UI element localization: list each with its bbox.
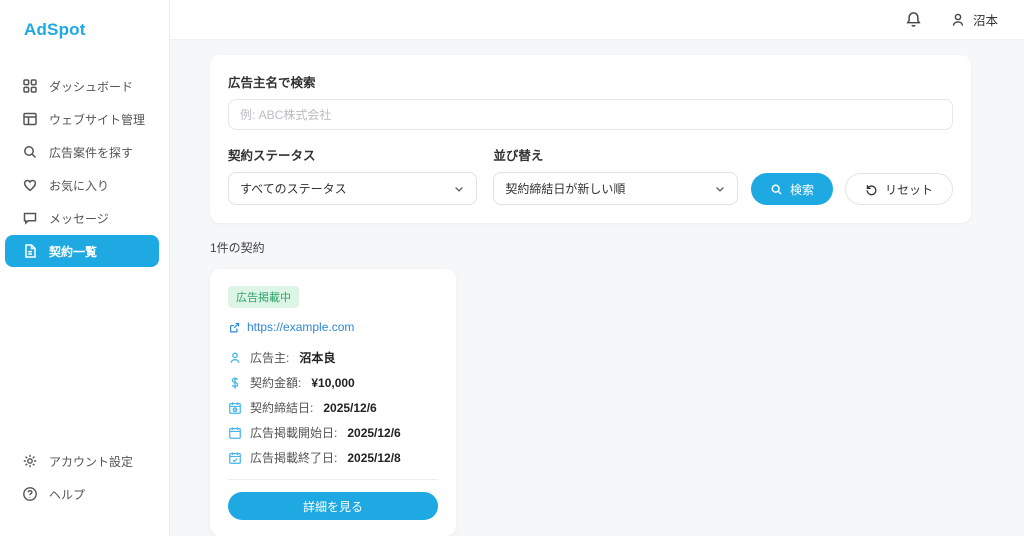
app-window: AdSpot ダッシュボード ウェブサイト管理 広告案件を探す <box>0 0 1024 536</box>
document-icon <box>22 243 38 259</box>
sidebar-footer-nav: アカウント設定 ヘルプ <box>0 445 169 511</box>
sidebar-item-help[interactable]: ヘルプ <box>5 478 159 510</box>
sidebar-item-label: 契約一覧 <box>49 243 97 260</box>
browser-window-icon <box>22 111 38 127</box>
contract-url-text: https://example.com <box>247 320 354 334</box>
contract-card: 広告掲載中 https://example.com 広告主: 沼本良 <box>210 269 456 536</box>
search-button-label: 検索 <box>790 181 814 198</box>
status-select-value: すべてのステータス <box>240 180 347 197</box>
sort-select-value: 契約締結日が新しい順 <box>505 180 625 197</box>
detail-value: 2025/12/6 <box>323 401 376 415</box>
status-filter-label: 契約ステータス <box>228 145 477 164</box>
sidebar-item-label: メッセージ <box>49 210 109 227</box>
user-menu[interactable]: 沼本 <box>950 10 998 29</box>
detail-value: 2025/12/8 <box>347 451 400 465</box>
calendar-icon <box>228 426 242 440</box>
contract-details: 広告主: 沼本良 契約金額: ¥10,000 <box>228 349 438 466</box>
detail-ad-end-date: 広告掲載終了日: 2025/12/8 <box>228 449 438 466</box>
chevron-down-icon <box>714 183 726 195</box>
detail-contract-amount: 契約金額: ¥10,000 <box>228 374 438 391</box>
detail-value: 2025/12/6 <box>347 426 400 440</box>
detail-value: ¥10,000 <box>311 376 354 390</box>
search-icon <box>770 183 783 196</box>
notifications-button[interactable] <box>905 11 922 28</box>
detail-contract-date: 契約締結日: 2025/12/6 <box>228 399 438 416</box>
sidebar-item-label: ヘルプ <box>49 486 85 503</box>
sort-label: 並び替え <box>493 145 738 164</box>
bell-icon <box>905 11 922 28</box>
detail-label: 契約金額: <box>250 374 301 391</box>
sidebar-spacer <box>0 268 169 445</box>
sidebar-item-contract-list[interactable]: 契約一覧 <box>5 235 159 267</box>
user-name: 沼本 <box>973 10 998 29</box>
gear-icon <box>22 453 38 469</box>
keyword-search-label: 広告主名で検索 <box>228 72 953 91</box>
filter-actions: 検索 リセット <box>751 173 953 205</box>
sidebar-item-account-settings[interactable]: アカウント設定 <box>5 445 159 477</box>
result-count: 1件の契約 <box>210 239 971 256</box>
filter-row: 契約ステータス すべてのステータス 並び替え 契約締結日が新しい順 <box>228 145 953 205</box>
content: 広告主名で検索 契約ステータス すべてのステータス 並び替え <box>170 40 1024 536</box>
detail-advertiser: 広告主: 沼本良 <box>228 349 438 366</box>
status-badge: 広告掲載中 <box>228 286 299 308</box>
sidebar-item-label: ダッシュボード <box>49 78 133 95</box>
calendar-clock-icon <box>228 401 242 415</box>
sidebar-item-label: 広告案件を探す <box>49 144 133 161</box>
reset-icon <box>865 183 878 196</box>
detail-label: 契約締結日: <box>250 399 313 416</box>
dashboard-grid-icon <box>22 78 38 94</box>
help-circle-icon <box>22 486 38 502</box>
detail-label: 広告掲載開始日: <box>250 424 337 441</box>
heart-icon <box>22 177 38 193</box>
search-button[interactable]: 検索 <box>751 173 833 205</box>
sidebar-item-dashboard[interactable]: ダッシュボード <box>5 70 159 102</box>
external-link-icon <box>228 321 241 334</box>
contract-url-link[interactable]: https://example.com <box>228 320 438 334</box>
detail-value: 沼本良 <box>299 349 335 366</box>
reset-button[interactable]: リセット <box>845 173 953 205</box>
advertiser-search-input[interactable] <box>228 99 953 130</box>
sidebar-item-website-management[interactable]: ウェブサイト管理 <box>5 103 159 135</box>
search-icon <box>22 144 38 160</box>
dollar-icon <box>228 376 242 390</box>
person-icon <box>228 351 242 365</box>
chat-bubble-icon <box>22 210 38 226</box>
search-filter-panel: 広告主名で検索 契約ステータス すべてのステータス 並び替え <box>210 55 971 223</box>
detail-label: 広告主: <box>250 349 289 366</box>
detail-label: 広告掲載終了日: <box>250 449 337 466</box>
sidebar-item-label: アカウント設定 <box>49 453 133 470</box>
reset-button-label: リセット <box>885 181 933 198</box>
view-details-button[interactable]: 詳細を見る <box>228 492 438 520</box>
calendar-check-icon <box>228 451 242 465</box>
main-area: 沼本 広告主名で検索 契約ステータス すべてのステータス <box>170 0 1024 536</box>
sidebar-item-find-ad-projects[interactable]: 広告案件を探す <box>5 136 159 168</box>
chevron-down-icon <box>453 183 465 195</box>
sidebar: AdSpot ダッシュボード ウェブサイト管理 広告案件を探す <box>0 0 170 536</box>
sort-select[interactable]: 契約締結日が新しい順 <box>493 172 738 205</box>
status-select[interactable]: すべてのステータス <box>228 172 477 205</box>
sidebar-item-label: ウェブサイト管理 <box>49 111 145 128</box>
sidebar-item-label: お気に入り <box>49 177 109 194</box>
user-icon <box>950 12 966 28</box>
detail-ad-start-date: 広告掲載開始日: 2025/12/6 <box>228 424 438 441</box>
sidebar-item-messages[interactable]: メッセージ <box>5 202 159 234</box>
status-filter-group: 契約ステータス すべてのステータス <box>228 145 477 205</box>
sidebar-item-favorites[interactable]: お気に入り <box>5 169 159 201</box>
topbar: 沼本 <box>170 0 1024 40</box>
card-divider <box>228 479 438 480</box>
sort-filter-group: 並び替え 契約締結日が新しい順 <box>493 145 738 205</box>
app-logo: AdSpot <box>0 0 169 40</box>
sidebar-nav: ダッシュボード ウェブサイト管理 広告案件を探す お気に入り <box>0 70 169 268</box>
